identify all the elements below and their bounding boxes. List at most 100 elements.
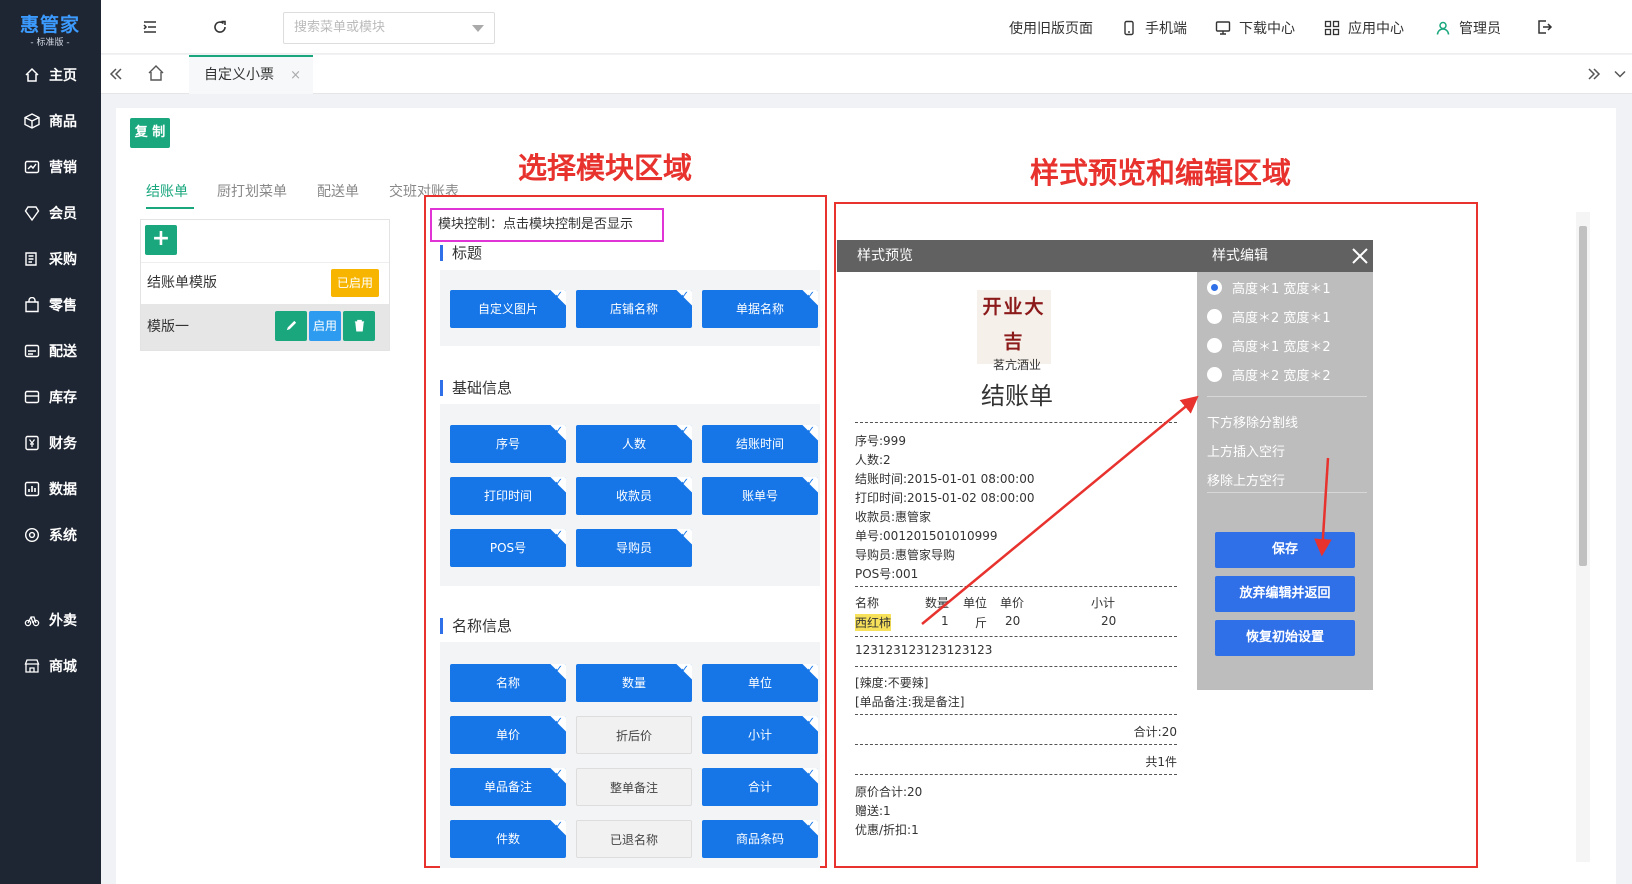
receipt-doc-title[interactable]: 结账单 [837,376,1197,411]
module-toggle-button[interactable]: 序号 ✓ [450,425,566,463]
reset-button[interactable]: 恢复初始设置 [1215,620,1355,656]
module-toggle-button[interactable]: 数量 ✓ [576,664,692,702]
sidebar-item-mall[interactable]: 商城 [0,646,101,686]
enable-template-button[interactable]: 启用 [309,311,341,341]
sidebar-item-takeout[interactable]: 外卖 [0,600,101,640]
template-item[interactable]: 结账单模版 已启用 [141,262,389,302]
remove-blank-above-link[interactable]: 移除上方空行 [1207,470,1285,489]
logout-icon[interactable] [1535,18,1553,36]
module-toggle-button[interactable]: 整单备注 [576,768,692,806]
scrollbar-thumb[interactable] [1579,226,1587,566]
sidebar-item-home[interactable]: 主页 [0,55,101,95]
insert-blank-above-link[interactable]: 上方插入空行 [1207,441,1285,460]
module-toggle-button[interactable]: 账单号 ✓ [702,477,818,515]
app-center-link[interactable]: 应用中心 [1324,18,1404,38]
add-template-button[interactable]: + [145,225,177,255]
sidebar-item-retail[interactable]: 零售 [0,285,101,325]
receipt-guide[interactable]: 导购员:惠管家导购 [855,546,955,563]
close-icon[interactable] [1351,247,1369,265]
module-toggle-button[interactable]: 商品条码 ✓ [702,820,818,858]
receipt-cashier[interactable]: 收款员:惠管家 [855,508,931,525]
delete-template-button[interactable] [343,311,375,341]
module-toggle-button[interactable]: 结账时间 ✓ [702,425,818,463]
module-toggle-button[interactable]: 件数 ✓ [450,820,566,858]
module-toggle-button[interactable]: 合计 ✓ [702,768,818,806]
remark-spicy[interactable]: [辣度:不要辣] [855,674,928,691]
edit-template-button[interactable] [275,311,307,341]
tab-delivery-receipt[interactable]: 配送单 [317,181,359,201]
remark-item[interactable]: [单品备注:我是备注] [855,693,964,710]
receipt-checkout-time[interactable]: 结账时间:2015-01-01 08:00:00 [855,470,1035,487]
receipt-order-no[interactable]: 单号:001201501010999 [855,527,998,544]
refresh-icon[interactable] [211,18,229,36]
user-menu[interactable]: 管理员 [1435,18,1501,38]
sidebar-item-goods[interactable]: 商品 [0,101,101,141]
chevron-down-icon[interactable] [1613,67,1627,81]
menu-search-input[interactable]: 搜索菜单或模块 [283,12,495,44]
sidebar-item-finance[interactable]: 财务 [0,423,101,463]
sidebar-item-member[interactable]: 会员 [0,193,101,233]
receipt-barcode[interactable]: 123123123123123123 [855,643,992,657]
sidebar-item-delivery[interactable]: 配送 [0,331,101,371]
module-toggle-button[interactable]: 折后价 [576,716,692,754]
sidebar-item-label: 财务 [49,436,77,452]
receipt-count[interactable]: 共1件 [1145,753,1177,770]
receipt-serial[interactable]: 序号:999 [855,432,906,449]
module-toggle-button[interactable]: 小计 ✓ [702,716,818,754]
module-toggle-button[interactable]: 名称 ✓ [450,664,566,702]
sidebar-item-system[interactable]: 系统 [0,515,101,555]
size-option-1x2[interactable]: 高度＊1 宽度＊2 [1207,336,1331,355]
col-price[interactable]: 单价 [1000,594,1024,611]
tab-checkout-receipt[interactable]: 结账单 [146,181,188,201]
receipt-discount[interactable]: 优惠/折扣:1 [855,821,919,838]
module-toggle-button[interactable]: 人数 ✓ [576,425,692,463]
download-center-link[interactable]: 下载中心 [1215,18,1295,38]
module-toggle-button[interactable]: 导购员 ✓ [576,529,692,567]
module-toggle-button[interactable]: 单位 ✓ [702,664,818,702]
sidebar-item-inventory[interactable]: 库存 [0,377,101,417]
module-toggle-button[interactable]: 收款员 ✓ [576,477,692,515]
discard-button[interactable]: 放弃编辑并返回 [1215,576,1355,612]
template-item-selected[interactable]: 模版一 启用 [141,304,389,350]
module-toggle-button[interactable]: POS号 ✓ [450,529,566,567]
tab-kitchen-receipt[interactable]: 厨打划菜单 [217,181,287,201]
module-toggle-button[interactable]: 自定义图片 ✓ [450,290,566,328]
save-button[interactable]: 保存 [1215,532,1355,568]
module-toggle-button[interactable]: 店铺名称 ✓ [576,290,692,328]
double-chevron-left-icon[interactable] [109,67,123,81]
module-toggle-button[interactable]: 单价 ✓ [450,716,566,754]
sidebar-item-marketing[interactable]: 营销 [0,147,101,187]
module-toggle-button[interactable]: 单据名称 ✓ [702,290,818,328]
receipt-original-total[interactable]: 原价合计:20 [855,783,922,800]
size-option-2x1[interactable]: 高度＊2 宽度＊1 [1207,307,1331,326]
receipt-guests[interactable]: 人数:2 [855,451,891,468]
menu-toggle-icon[interactable] [141,18,159,36]
double-chevron-right-icon[interactable] [1587,67,1601,81]
module-toggle-button[interactable]: 打印时间 ✓ [450,477,566,515]
col-name[interactable]: 名称 [855,594,879,611]
col-unit[interactable]: 单位 [963,594,987,611]
close-icon[interactable]: × [290,57,301,94]
receipt-logo-image[interactable]: 开业大吉 [977,290,1051,364]
receipt-print-time[interactable]: 打印时间:2015-01-02 08:00:00 [855,489,1035,506]
receipt-total[interactable]: 合计:20 [1134,723,1177,740]
receipt-pos-no[interactable]: POS号:001 [855,565,918,582]
copy-button[interactable]: 复 制 [130,118,170,148]
receipt-gift[interactable]: 赠送:1 [855,802,891,819]
home-icon[interactable] [147,64,165,82]
module-toggle-button[interactable]: 已退名称 [576,820,692,858]
item-name[interactable]: 西红柿 [855,614,892,631]
remove-divider-below-link[interactable]: 下方移除分割线 [1207,412,1298,431]
brand-logo[interactable]: 惠管家 - 标准版 - [14,10,86,48]
old-page-link[interactable]: 使用旧版页面 [1009,18,1093,38]
size-option-2x2[interactable]: 高度＊2 宽度＊2 [1207,365,1331,384]
mobile-link[interactable]: 手机端 [1121,18,1187,38]
module-toggle-button[interactable]: 单品备注 ✓ [450,768,566,806]
col-qty[interactable]: 数量 [925,594,949,611]
tab-custom-receipt[interactable]: 自定义小票 × [189,55,313,94]
sidebar-item-purchase[interactable]: 采购 [0,239,101,279]
receipt-shop-name[interactable]: 茗亢酒业 [837,356,1197,373]
size-option-1x1[interactable]: 高度＊1 宽度＊1 [1207,278,1331,297]
sidebar-item-data[interactable]: 数据 [0,469,101,509]
col-subtotal[interactable]: 小计 [1091,594,1115,611]
